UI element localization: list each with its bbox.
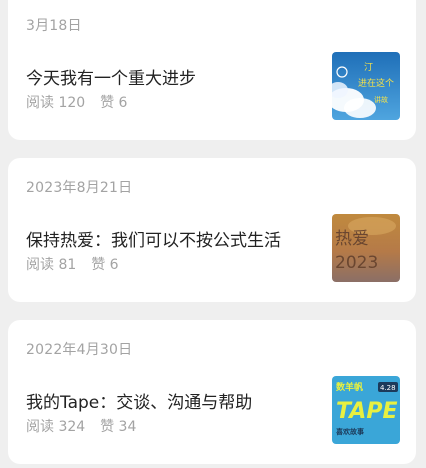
post-feed: 3月18日 今天我有一个重大进步 阅读 120 赞 6 汀 进在这个 讲故 20… [0, 0, 426, 468]
thumbnail-text: 进在这个 [358, 77, 394, 89]
likes-count: 6 [118, 95, 128, 111]
post-card[interactable]: 2023年8月21日 保持热爱：我们可以不按公式生活 阅读 81 赞 6 热爱 … [8, 158, 416, 302]
reads-label: 阅读 [26, 95, 54, 111]
likes-count: 34 [118, 419, 137, 435]
post-thumbnail[interactable]: 数羊帆 4.28 TAPE 喜欢故事 [332, 376, 400, 444]
post-thumbnail[interactable]: 汀 进在这个 讲故 [332, 52, 400, 120]
post-date: 2023年8月21日 [26, 180, 133, 196]
thumbnail-text: 4.28 [380, 384, 396, 392]
thumbnail-text: 讲故 [374, 95, 388, 104]
reads-count: 81 [58, 257, 77, 273]
thumbnail-text: 喜欢故事 [336, 427, 364, 436]
post-card[interactable]: 2022年4月30日 我的Tape：交谈、沟通与帮助 阅读 324 赞 34 数… [8, 320, 416, 464]
thumbnail-text: 热爱 [335, 229, 369, 249]
thumbnail-text: 2023 [335, 253, 378, 273]
thumbnail-text: 数羊帆 [336, 381, 363, 393]
likes-count: 6 [109, 257, 119, 273]
post-date: 3月18日 [26, 18, 82, 34]
post-title[interactable]: 我的Tape：交谈、沟通与帮助 [26, 388, 252, 413]
reads-label: 阅读 [26, 419, 54, 435]
post-thumbnail[interactable]: 热爱 2023 [332, 214, 400, 282]
post-title[interactable]: 今天我有一个重大进步 [26, 64, 196, 89]
thumbnail-text: TAPE [336, 399, 397, 424]
post-stats: 阅读 81 赞 6 [26, 254, 119, 274]
post-date: 2022年4月30日 [26, 342, 133, 358]
post-card[interactable]: 3月18日 今天我有一个重大进步 阅读 120 赞 6 汀 进在这个 讲故 [8, 0, 416, 140]
thumbnail-image: 数羊帆 4.28 TAPE 喜欢故事 [332, 376, 400, 444]
thumbnail-image: 汀 进在这个 讲故 [332, 52, 400, 120]
post-stats: 阅读 324 赞 34 [26, 416, 136, 436]
reads-count: 324 [58, 419, 86, 435]
post-stats: 阅读 120 赞 6 [26, 92, 127, 112]
likes-label: 赞 [91, 257, 106, 273]
post-title[interactable]: 保持热爱：我们可以不按公式生活 [26, 226, 281, 251]
likes-label: 赞 [100, 419, 115, 435]
reads-count: 120 [58, 95, 86, 111]
thumbnail-text: 汀 [364, 62, 373, 73]
likes-label: 赞 [100, 95, 115, 111]
thumbnail-image: 热爱 2023 [332, 214, 400, 282]
reads-label: 阅读 [26, 257, 54, 273]
